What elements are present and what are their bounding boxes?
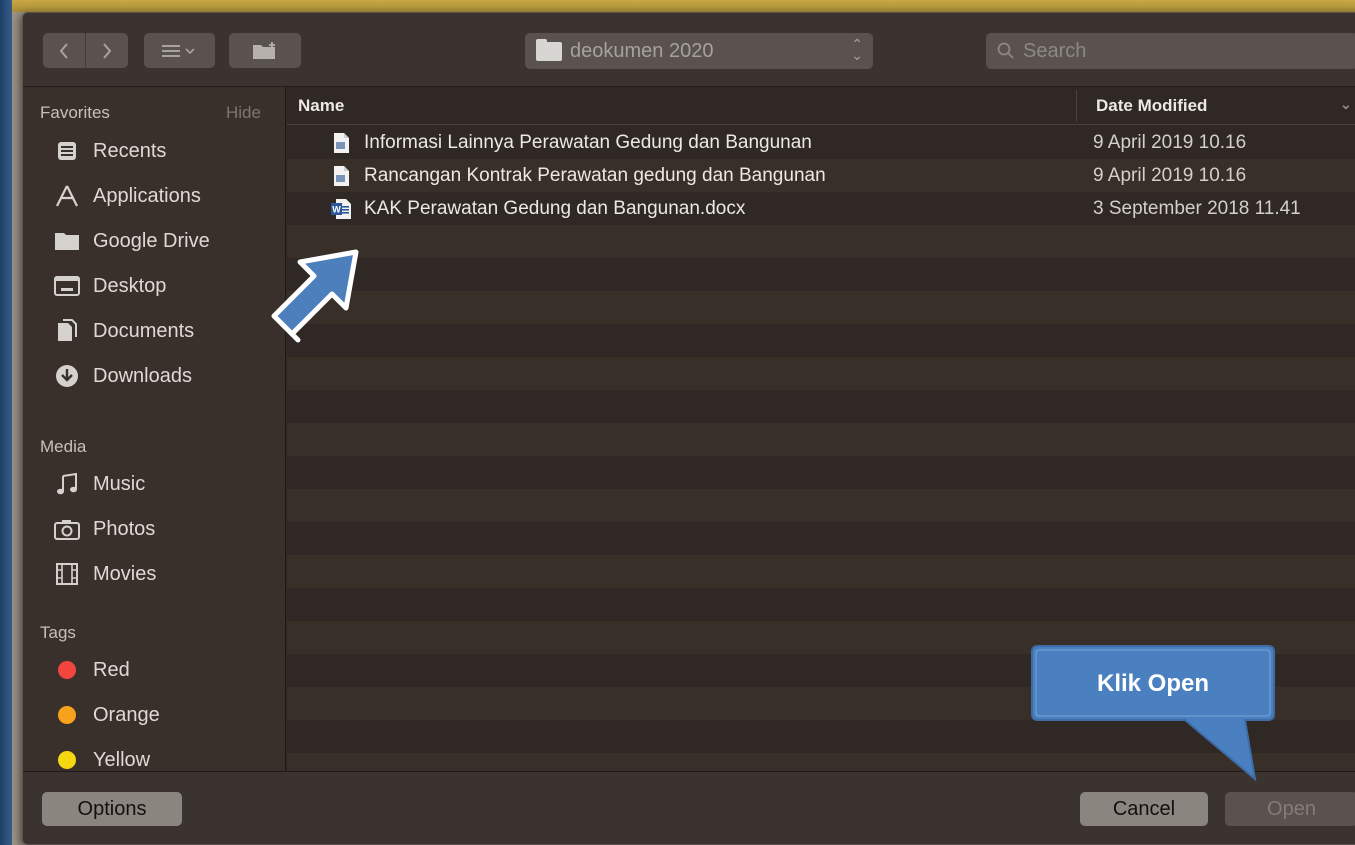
sidebar-item-movies[interactable]: Movies xyxy=(23,554,286,594)
sidebar-item-label: Google Drive xyxy=(93,229,210,252)
file-date: 9 April 2019 10.16 xyxy=(1093,132,1247,153)
document-icon xyxy=(334,166,349,186)
new-folder-icon xyxy=(253,41,275,59)
chevron-right-icon xyxy=(102,42,111,59)
location-label: deokumen 2020 xyxy=(570,39,714,62)
open-button[interactable]: Open xyxy=(1225,792,1355,826)
downloads-icon xyxy=(54,364,80,388)
toolbar: deokumen 2020 ⌃ ⌄ xyxy=(23,13,1355,87)
music-icon xyxy=(54,472,80,496)
documents-icon xyxy=(54,319,80,343)
back-button[interactable] xyxy=(44,33,86,68)
file-date: 3 September 2018 11.41 xyxy=(1093,198,1301,219)
sort-chevron-icon[interactable]: ⌄ xyxy=(1340,96,1352,113)
file-row[interactable]: W KAK Perawatan Gedung dan Bangunan.docx… xyxy=(287,192,1355,225)
file-name: Rancangan Kontrak Perawatan gedung dan B… xyxy=(364,165,826,186)
sidebar-item-recents[interactable]: Recents xyxy=(23,131,286,171)
sidebar-item-label: Movies xyxy=(93,562,157,585)
options-button[interactable]: Options xyxy=(42,792,182,826)
search-input[interactable] xyxy=(1023,39,1323,63)
sidebar-item-tag-red[interactable]: Red xyxy=(23,650,286,690)
sidebar-item-label: Documents xyxy=(93,319,195,342)
film-icon xyxy=(54,562,80,586)
red-tag-dot-icon xyxy=(54,658,80,682)
search-field[interactable] xyxy=(986,33,1355,69)
chevron-left-icon xyxy=(59,42,68,59)
sidebar-item-label: Desktop xyxy=(93,274,167,297)
hide-link[interactable]: Hide xyxy=(226,103,261,123)
callout-text: Klik Open xyxy=(1096,670,1210,697)
view-mode-button[interactable] xyxy=(144,33,215,68)
sidebar-item-label: Orange xyxy=(93,703,160,726)
sidebar-item-documents[interactable]: Documents xyxy=(23,311,286,351)
sidebar-item-desktop[interactable]: Desktop xyxy=(23,266,286,306)
file-name: KAK Perawatan Gedung dan Bangunan.docx xyxy=(364,198,746,219)
sidebar-item-applications[interactable]: Applications xyxy=(23,176,286,216)
nav-buttons xyxy=(43,33,128,68)
applications-icon xyxy=(54,184,80,208)
search-icon xyxy=(997,42,1014,59)
folder-icon xyxy=(536,38,562,61)
desktop-icon xyxy=(54,274,80,298)
location-popup[interactable]: deokumen 2020 ⌃ ⌄ xyxy=(525,33,873,69)
sidebar: Favorites Hide Recents Applications Goog… xyxy=(23,87,286,771)
window-frame-top xyxy=(0,0,1355,12)
column-name-header[interactable]: Name xyxy=(298,96,344,116)
sidebar-item-label: Red xyxy=(93,658,130,681)
svg-text:W: W xyxy=(332,205,341,215)
updown-chevron-icon: ⌃ ⌄ xyxy=(851,36,863,63)
sidebar-item-tag-orange[interactable]: Orange xyxy=(23,695,286,735)
window-frame-left xyxy=(0,0,12,845)
sidebar-item-label: Yellow xyxy=(93,748,151,771)
sidebar-item-music[interactable]: Music xyxy=(23,464,286,504)
column-divider[interactable] xyxy=(1076,90,1077,122)
yellow-tag-dot-icon xyxy=(54,748,80,772)
file-date: 9 April 2019 10.16 xyxy=(1093,165,1247,186)
orange-tag-dot-icon xyxy=(54,703,80,727)
sidebar-item-photos[interactable]: Photos xyxy=(23,509,286,549)
document-icon xyxy=(334,133,349,153)
word-doc-icon: W xyxy=(331,199,351,219)
file-row[interactable]: Informasi Lainnya Perawatan Gedung dan B… xyxy=(287,126,1355,159)
sidebar-item-label: Downloads xyxy=(93,364,192,387)
list-view-icon xyxy=(161,44,195,57)
media-heading: Media xyxy=(40,437,87,456)
column-header: Name Date Modified ⌄ xyxy=(287,87,1355,125)
sidebar-item-label: Recents xyxy=(93,139,167,162)
sidebar-item-label: Music xyxy=(93,472,146,495)
new-folder-button[interactable] xyxy=(229,33,301,68)
camera-icon xyxy=(54,517,80,541)
sidebar-item-label: Applications xyxy=(93,184,201,207)
favorites-heading: Favorites xyxy=(40,103,110,122)
recents-icon xyxy=(54,139,80,163)
forward-button[interactable] xyxy=(86,33,128,68)
cancel-button[interactable]: Cancel xyxy=(1080,792,1208,826)
sidebar-item-downloads[interactable]: Downloads xyxy=(23,356,286,396)
column-date-header[interactable]: Date Modified xyxy=(1096,96,1207,116)
tags-heading: Tags xyxy=(40,623,76,642)
file-name: Informasi Lainnya Perawatan Gedung dan B… xyxy=(364,132,812,153)
sidebar-item-label: Photos xyxy=(93,517,156,540)
file-row[interactable]: Rancangan Kontrak Perawatan gedung dan B… xyxy=(287,159,1355,192)
pointer-arrow-annotation xyxy=(271,249,359,343)
sidebar-item-google-drive[interactable]: Google Drive xyxy=(23,221,286,261)
folder-icon xyxy=(54,229,80,253)
